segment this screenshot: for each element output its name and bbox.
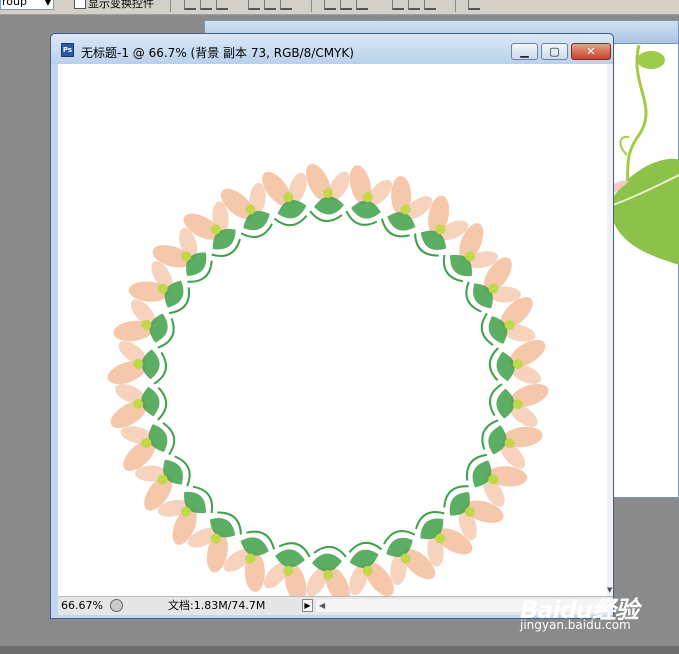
align-right-icon[interactable] bbox=[280, 0, 292, 10]
align-bottom-icon[interactable] bbox=[216, 0, 228, 10]
align-middle-icon[interactable] bbox=[200, 0, 212, 10]
document-title: 无标题-1 @ 66.7% (背景 副本 73, RGB/8/CMYK) bbox=[81, 46, 354, 60]
maximize-button[interactable]: ▢ bbox=[541, 43, 568, 60]
minimize-button[interactable]: ▁ bbox=[511, 43, 538, 60]
photoshop-doc-icon: Ps bbox=[61, 43, 74, 57]
distribute-middle-icon[interactable] bbox=[340, 0, 352, 10]
toolbar-separator bbox=[455, 0, 456, 12]
auto-select-value: roup bbox=[2, 0, 27, 8]
maximize-icon: ▢ bbox=[549, 45, 560, 58]
auto-select-dropdown[interactable]: roup ▼ bbox=[0, 0, 54, 10]
status-menu-icon[interactable] bbox=[110, 599, 123, 612]
align-center-icon[interactable] bbox=[264, 0, 276, 10]
align-left-icon[interactable] bbox=[248, 0, 260, 10]
chevron-down-icon: ▼ bbox=[44, 0, 51, 7]
distribute-left-icon[interactable] bbox=[392, 0, 404, 10]
flower-wreath-image bbox=[107, 163, 549, 605]
close-button[interactable]: ✕ bbox=[571, 43, 611, 60]
document-titlebar[interactable]: Ps 无标题-1 @ 66.7% (背景 副本 73, RGB/8/CMYK) … bbox=[51, 34, 613, 64]
show-transform-checkbox[interactable] bbox=[74, 0, 86, 9]
document-size-info: 文档:1.83M/74.7M bbox=[168, 599, 266, 612]
distribute-bottom-icon[interactable] bbox=[356, 0, 368, 10]
vertical-scrollbar[interactable]: ▼ bbox=[607, 64, 613, 596]
toolbar-separator bbox=[170, 0, 171, 12]
distribute-top-icon[interactable] bbox=[324, 0, 336, 10]
distribute-center-icon[interactable] bbox=[408, 0, 420, 10]
zoom-level-field[interactable]: 66.67% bbox=[61, 599, 106, 612]
auto-align-icon[interactable] bbox=[468, 0, 480, 10]
image-canvas[interactable] bbox=[58, 64, 607, 605]
minimize-icon: ▁ bbox=[520, 45, 529, 58]
scroll-left-icon[interactable]: ◀ bbox=[319, 599, 325, 612]
distribute-right-icon[interactable] bbox=[424, 0, 436, 10]
document-window[interactable]: Ps 无标题-1 @ 66.7% (背景 副本 73, RGB/8/CMYK) … bbox=[50, 33, 614, 619]
close-icon: ✕ bbox=[586, 45, 596, 58]
show-transform-label: 显示变换控件 bbox=[88, 0, 154, 10]
options-bar: roup ▼ 显示变换控件 bbox=[0, 0, 679, 15]
play-arrow-icon[interactable]: ▶ bbox=[302, 599, 313, 612]
watermark-url: jingyan.baidu.com bbox=[520, 618, 631, 632]
align-top-icon[interactable] bbox=[184, 0, 196, 10]
baidu-watermark: Baidu经验 jingyan.baidu.com bbox=[520, 590, 639, 632]
bottom-strip bbox=[0, 646, 679, 654]
toolbar-separator bbox=[311, 0, 312, 12]
